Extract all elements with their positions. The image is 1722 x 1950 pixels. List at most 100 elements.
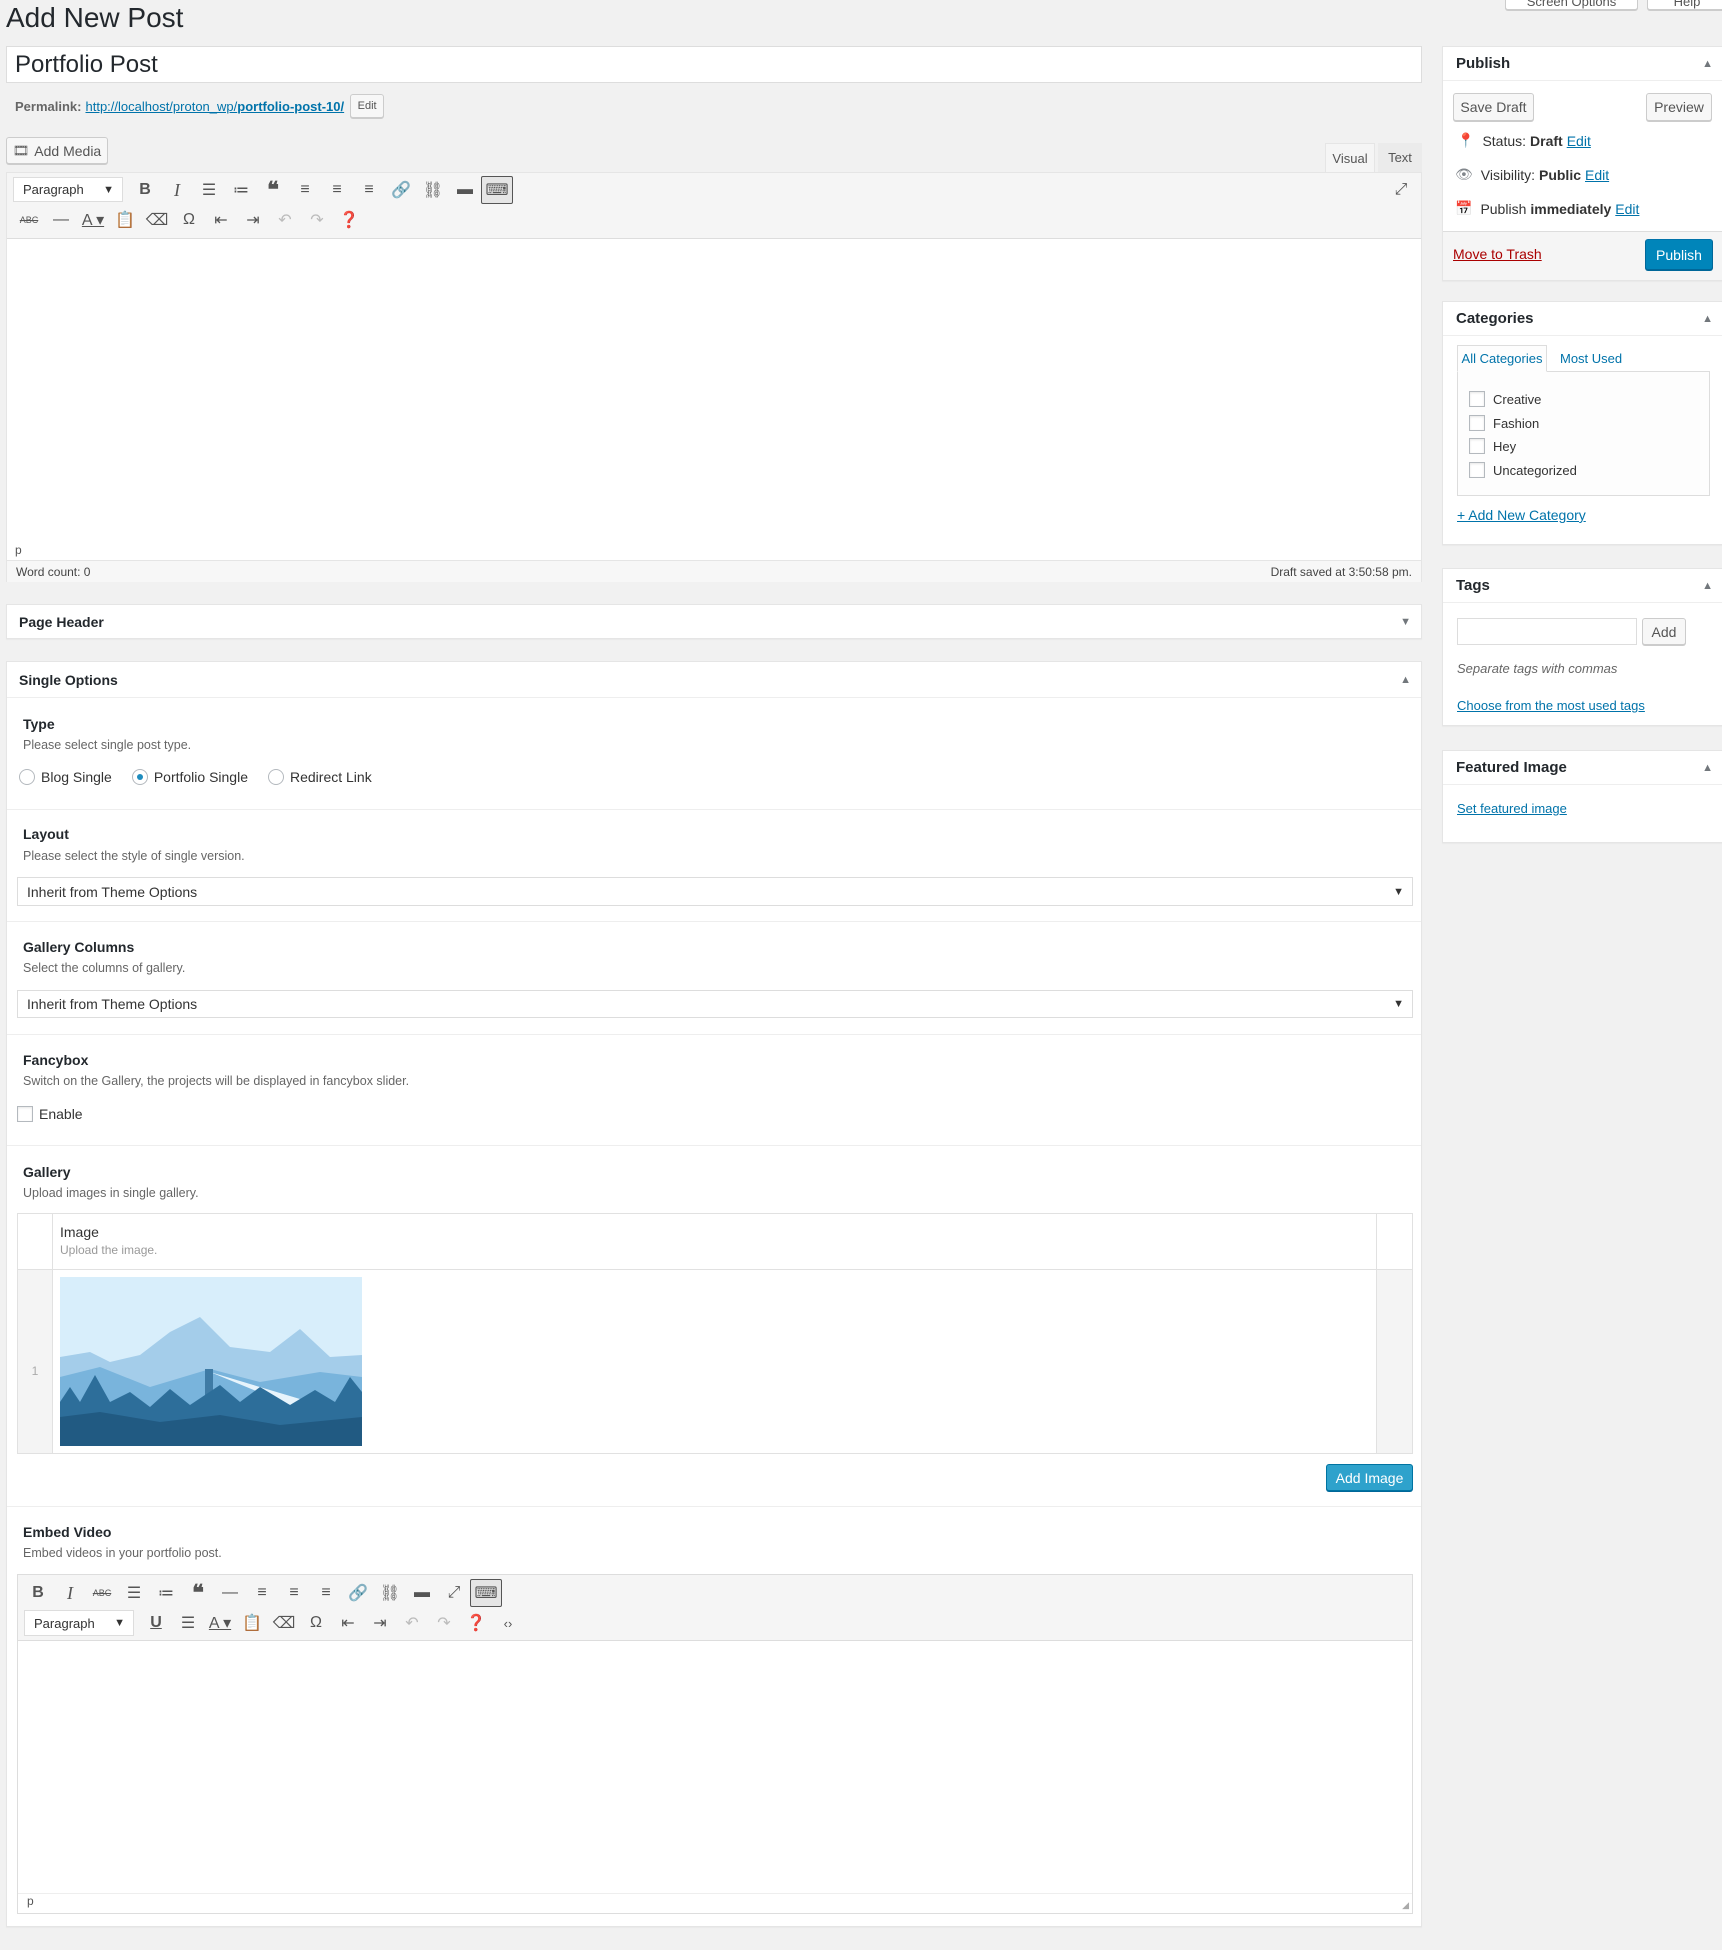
add-new-category-link[interactable]: + Add New Category	[1457, 507, 1586, 523]
undo-icon[interactable]: ↶	[396, 1609, 428, 1637]
blockquote-icon[interactable]: ❝	[257, 176, 289, 204]
category-item[interactable]: Hey	[1469, 438, 1516, 454]
strikethrough-icon[interactable]: ABC	[86, 1579, 118, 1607]
preview-button[interactable]: Preview	[1646, 93, 1712, 121]
bullet-list-icon[interactable]: ☰	[118, 1579, 150, 1607]
permalink-edit-button[interactable]: Edit	[350, 94, 385, 118]
bullet-list-icon[interactable]: ☰	[193, 176, 225, 204]
move-to-trash-link[interactable]: Move to Trash	[1453, 246, 1542, 262]
align-left-icon[interactable]: ≡	[246, 1579, 278, 1607]
resize-handle-icon[interactable]: ◢	[1402, 1900, 1409, 1911]
align-center-icon[interactable]: ≡	[321, 176, 353, 204]
special-character-icon[interactable]: Ω	[300, 1609, 332, 1637]
unlink-icon[interactable]: ⛓	[417, 176, 449, 204]
tab-visual[interactable]: Visual	[1325, 143, 1375, 172]
radio-blog-single[interactable]: Blog Single	[19, 769, 112, 785]
strikethrough-icon[interactable]: ABC	[13, 206, 45, 234]
gallery-image-thumbnail[interactable]	[60, 1277, 362, 1446]
horizontal-line-icon[interactable]: —	[45, 206, 77, 234]
save-draft-button[interactable]: Save Draft	[1453, 93, 1534, 121]
checkbox[interactable]	[1469, 415, 1485, 431]
read-more-icon[interactable]: ▬	[406, 1579, 438, 1607]
justify-icon[interactable]: ☰	[172, 1609, 204, 1637]
indent-icon[interactable]: ⇥	[237, 206, 269, 234]
align-center-icon[interactable]: ≡	[278, 1579, 310, 1607]
paste-text-icon[interactable]: 📋	[109, 206, 141, 234]
outdent-icon[interactable]: ⇤	[205, 206, 237, 234]
checkbox[interactable]	[1469, 462, 1485, 478]
clear-formatting-icon[interactable]: ⌫	[268, 1609, 300, 1637]
read-more-icon[interactable]: ▬	[449, 176, 481, 204]
post-title-input[interactable]: Portfolio Post	[6, 46, 1422, 83]
fullscreen-icon[interactable]: ⤢	[1385, 176, 1417, 204]
paste-text-icon[interactable]: 📋	[236, 1609, 268, 1637]
schedule-edit-link[interactable]: Edit	[1615, 201, 1639, 217]
collapse-icon[interactable]: ▲	[1702, 762, 1713, 774]
embed-content-area[interactable]	[18, 1642, 1412, 1892]
tags-input[interactable]	[1457, 618, 1637, 645]
link-icon[interactable]: 🔗	[342, 1579, 374, 1607]
underline-icon[interactable]: U	[140, 1609, 172, 1637]
checkbox[interactable]	[1469, 391, 1485, 407]
redo-icon[interactable]: ↷	[301, 206, 333, 234]
add-tag-button[interactable]: Add	[1642, 618, 1686, 645]
bold-icon[interactable]: B	[22, 1579, 54, 1607]
text-color-icon[interactable]: A ▾	[77, 206, 109, 234]
text-color-icon[interactable]: A ▾	[204, 1609, 236, 1637]
screen-options-button[interactable]: Screen Options	[1505, 0, 1638, 10]
unlink-icon[interactable]: ⛓	[374, 1579, 406, 1607]
publish-button[interactable]: Publish	[1645, 239, 1713, 270]
tab-most-used[interactable]: Most Used	[1556, 345, 1626, 372]
redo-icon[interactable]: ↷	[428, 1609, 460, 1637]
help-button[interactable]: Help	[1647, 0, 1722, 10]
help-icon[interactable]: ❓	[333, 206, 365, 234]
bold-icon[interactable]: B	[129, 176, 161, 204]
gallery-columns-select[interactable]: Inherit from Theme Options ▼	[17, 990, 1413, 1018]
blockquote-icon[interactable]: ❝	[182, 1579, 214, 1607]
tab-all-categories[interactable]: All Categories	[1457, 345, 1547, 372]
category-item[interactable]: Fashion	[1469, 415, 1539, 431]
collapse-icon[interactable]: ▲	[1400, 674, 1411, 686]
set-featured-image-link[interactable]: Set featured image	[1457, 801, 1567, 816]
expand-icon[interactable]: ▼	[1400, 616, 1411, 628]
italic-icon[interactable]: I	[161, 176, 193, 204]
indent-icon[interactable]: ⇥	[364, 1609, 396, 1637]
radio-portfolio-single[interactable]: Portfolio Single	[131, 769, 248, 785]
visibility-edit-link[interactable]: Edit	[1585, 167, 1609, 183]
fullscreen-icon[interactable]: ⤢	[438, 1579, 470, 1607]
radio-redirect-link[interactable]: Redirect Link	[268, 769, 372, 785]
help-icon[interactable]: ❓	[460, 1609, 492, 1637]
format-select[interactable]: Paragraph ▼	[13, 177, 123, 202]
italic-icon[interactable]: I	[54, 1579, 86, 1607]
collapse-icon[interactable]: ▲	[1702, 580, 1713, 592]
numbered-list-icon[interactable]: ≔	[150, 1579, 182, 1607]
radio-button[interactable]	[19, 769, 35, 785]
embed-format-select[interactable]: Paragraph ▼	[24, 1610, 134, 1636]
horizontal-line-icon[interactable]: —	[214, 1579, 246, 1607]
collapse-icon[interactable]: ▲	[1702, 58, 1713, 70]
page-header-metabox[interactable]: Page Header ▼	[6, 604, 1422, 639]
undo-icon[interactable]: ↶	[269, 206, 301, 234]
align-left-icon[interactable]: ≡	[289, 176, 321, 204]
code-icon[interactable]: ‹›	[492, 1609, 524, 1637]
numbered-list-icon[interactable]: ≔	[225, 176, 257, 204]
add-image-button[interactable]: Add Image	[1326, 1464, 1413, 1491]
permalink-link[interactable]: http://localhost/proton_wp/portfolio-pos…	[85, 99, 344, 114]
toolbar-toggle-icon[interactable]: ⌨	[481, 176, 513, 204]
tab-text[interactable]: Text	[1378, 143, 1422, 172]
outdent-icon[interactable]: ⇤	[332, 1609, 364, 1637]
editor-content-area[interactable]	[7, 240, 1421, 538]
align-right-icon[interactable]: ≡	[310, 1579, 342, 1607]
clear-formatting-icon[interactable]: ⌫	[141, 206, 173, 234]
status-edit-link[interactable]: Edit	[1567, 133, 1591, 149]
choose-most-used-tags-link[interactable]: Choose from the most used tags	[1457, 698, 1645, 713]
layout-select[interactable]: Inherit from Theme Options ▼	[17, 877, 1413, 906]
toolbar-toggle-icon[interactable]: ⌨	[470, 1579, 502, 1607]
radio-button[interactable]	[268, 769, 284, 785]
checkbox[interactable]	[1469, 438, 1485, 454]
align-right-icon[interactable]: ≡	[353, 176, 385, 204]
collapse-icon[interactable]: ▲	[1702, 313, 1713, 325]
category-item[interactable]: Creative	[1469, 391, 1541, 407]
special-character-icon[interactable]: Ω	[173, 206, 205, 234]
category-item[interactable]: Uncategorized	[1469, 462, 1577, 478]
